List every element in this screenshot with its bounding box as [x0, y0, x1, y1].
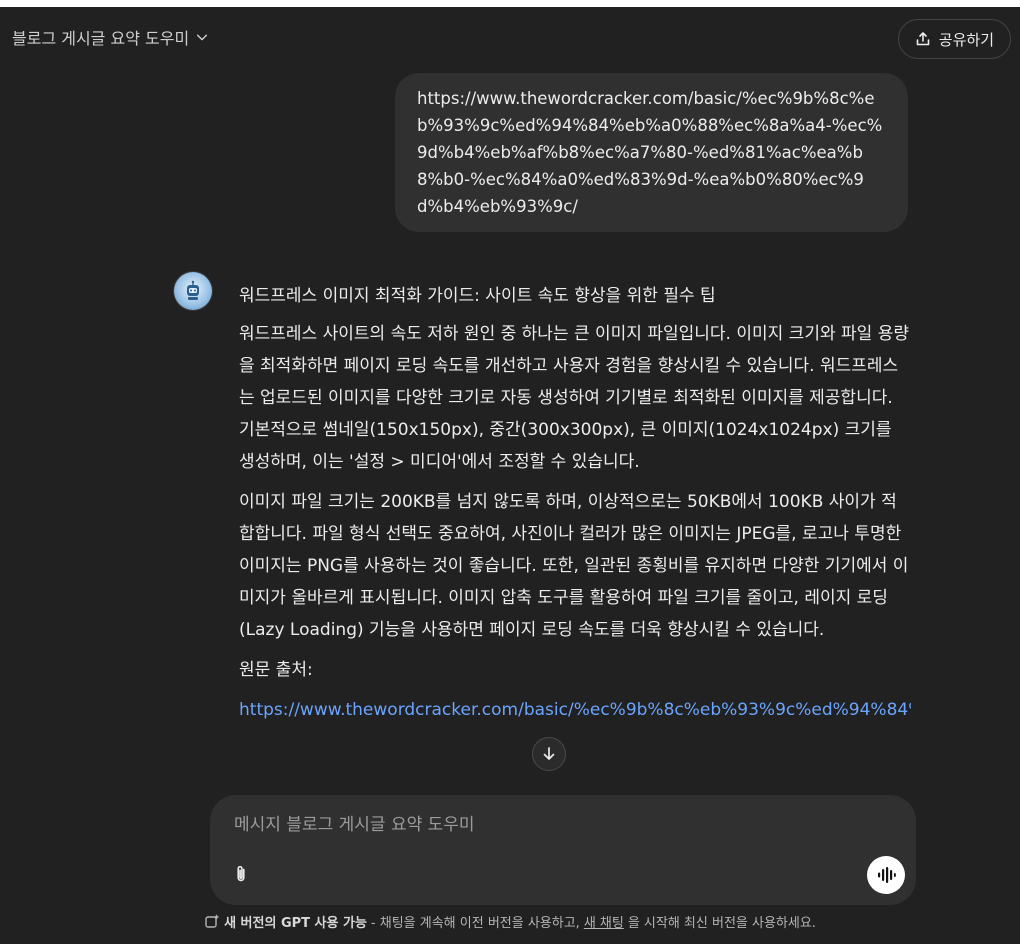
update-notice-text-1: - 채팅을 계속해 이전 버전을 사용하고,	[370, 916, 580, 931]
attach-button[interactable]	[228, 861, 254, 887]
voice-waveform-icon	[878, 867, 896, 883]
source-link[interactable]: https://www.thewordcracker.com/basic/%ec…	[239, 694, 911, 726]
assistant-paragraph-1: 워드프레스 사이트의 속도 저하 원인 중 하나는 큰 이미지 파일입니다. 이…	[239, 324, 909, 472]
top-strip	[0, 0, 1020, 7]
gpt-name: 블로그 게시글 요약 도우미	[12, 29, 190, 48]
gpt-avatar	[174, 272, 212, 310]
update-notice: 새 버전의 GPT 사용 가능 - 채팅을 계속해 이전 버전을 사용하고, 새…	[0, 912, 1020, 931]
robot-icon	[187, 280, 199, 300]
user-message-text: https://www.thewordcracker.com/basic/%ec…	[417, 89, 883, 216]
message-input[interactable]	[232, 809, 876, 841]
message-composer	[210, 795, 916, 905]
update-notice-text-2: 을 시작해 최신 버전을 사용하세요.	[627, 916, 816, 931]
user-message-bubble: https://www.thewordcracker.com/basic/%ec…	[395, 73, 908, 232]
source-label: 원문 출처:	[239, 660, 313, 680]
voice-mode-button[interactable]	[867, 856, 905, 894]
paperclip-icon	[237, 865, 245, 882]
new-chat-link[interactable]: 새 채팅	[584, 912, 624, 931]
share-icon	[916, 32, 930, 46]
new-version-icon	[205, 914, 219, 928]
gpt-selector[interactable]: 블로그 게시글 요약 도우미	[12, 25, 209, 49]
share-button[interactable]: 공유하기	[897, 19, 1011, 59]
assistant-paragraph-2: 이미지 파일 크기는 200KB를 넘지 않도록 하며, 이상적으로는 50KB…	[239, 492, 909, 640]
scroll-to-bottom-button[interactable]	[532, 737, 566, 771]
assistant-message: 워드프레스 이미지 최적화 가이드: 사이트 속도 향상을 위한 필수 팁 워드…	[239, 280, 911, 726]
header: 블로그 게시글 요약 도우미 공유하기	[0, 7, 1020, 71]
chevron-down-icon	[197, 34, 208, 41]
arrow-down-icon	[543, 747, 555, 760]
update-notice-bold: 새 버전의 GPT 사용 가능	[224, 916, 367, 931]
assistant-heading: 워드프레스 이미지 최적화 가이드: 사이트 속도 향상을 위한 필수 팁	[239, 286, 716, 306]
share-label: 공유하기	[938, 30, 994, 49]
